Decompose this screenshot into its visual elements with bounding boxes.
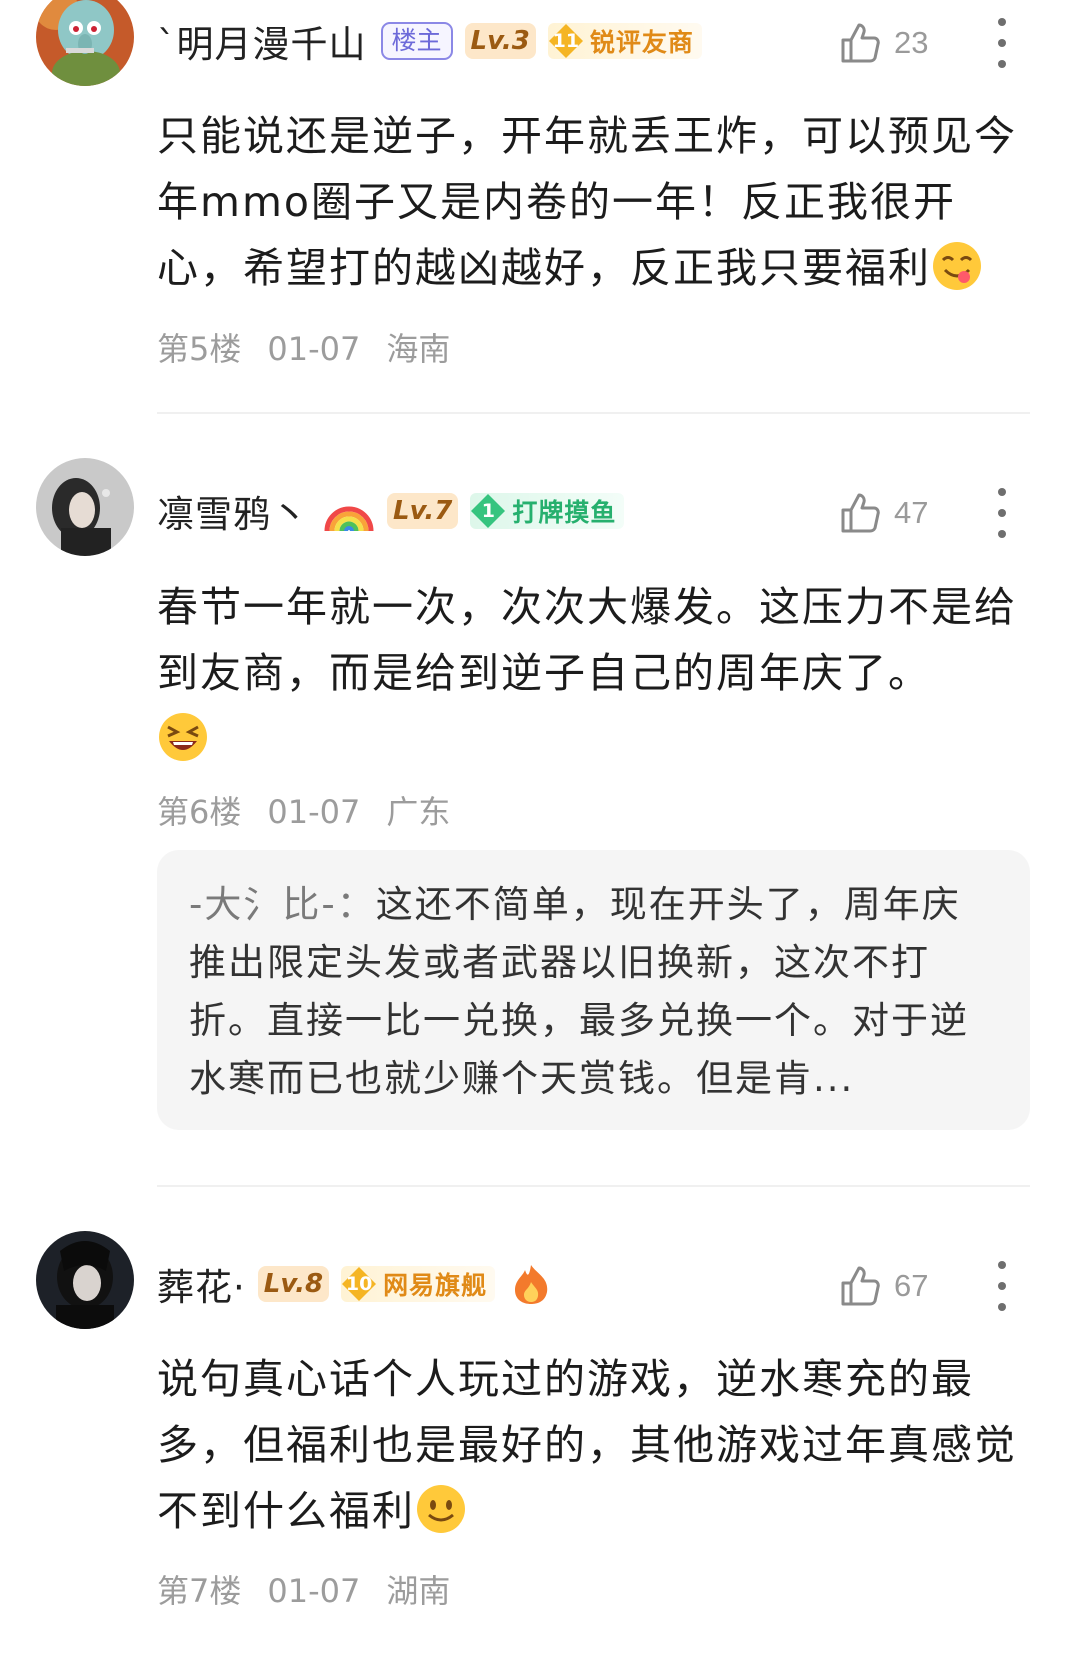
comment-meta: 第5楼 01-07 海南 bbox=[157, 324, 476, 370]
more-icon[interactable] bbox=[996, 1261, 1008, 1311]
ip-location: 湖南 bbox=[386, 1572, 451, 1610]
more-icon[interactable] bbox=[996, 488, 1008, 538]
level-badge: Lv.3 bbox=[464, 23, 536, 59]
divider bbox=[157, 412, 1030, 414]
avatar[interactable] bbox=[36, 0, 134, 86]
like-button[interactable]: 67 bbox=[840, 1261, 928, 1311]
medal-level: 10 bbox=[345, 1273, 373, 1295]
fire-icon bbox=[515, 1265, 548, 1304]
post-date: 01-07 bbox=[267, 330, 361, 368]
medal-text: 锐评友商 bbox=[589, 28, 694, 57]
floor-number: 第7楼 bbox=[157, 1572, 242, 1610]
comment-text: 只能说还是逆子，开年就丢王炸，可以预见今年mmo圈子又是内卷的一年！反正我很开心… bbox=[157, 103, 1037, 301]
reply-text: -大氵比-：这还不简单，现在开头了，周年庆推出限定头发或者武器以旧换新，这次不打… bbox=[189, 876, 997, 1108]
comment-text-content: 说句真心话个人玩过的游戏，逆水寒充的最多，但福利也是最好的，其他游戏过年真感觉不… bbox=[157, 1355, 1017, 1535]
like-icon bbox=[841, 23, 880, 63]
avatar[interactable] bbox=[36, 1231, 134, 1329]
medal-gem-icon: 11 bbox=[548, 23, 584, 59]
comment-meta: 第7楼 01-07 湖南 bbox=[157, 1566, 476, 1612]
comment-text: 说句真心话个人玩过的游戏，逆水寒充的最多，但福利也是最好的，其他游戏过年真感觉不… bbox=[157, 1346, 1037, 1544]
fan-medal[interactable]: 1 打牌摸鱼 bbox=[470, 493, 625, 529]
like-count: 23 bbox=[894, 25, 929, 60]
like-icon bbox=[841, 493, 880, 533]
more-icon[interactable] bbox=[996, 18, 1008, 68]
comment-header: `明月漫千山 楼主 Lv.3 11 锐评友商 bbox=[157, 16, 702, 66]
comment-text: 春节一年就一次，次次大爆发。这压力不是给到友商，而是给到逆子自己的周年庆了。 bbox=[157, 574, 1037, 772]
ip-location: 海南 bbox=[386, 330, 451, 368]
like-button[interactable]: 47 bbox=[840, 488, 928, 538]
medal-gem-icon: 10 bbox=[341, 1266, 377, 1302]
like-count: 47 bbox=[894, 495, 929, 530]
floor-number: 第6楼 bbox=[157, 793, 242, 831]
comment-text-content: 只能说还是逆子，开年就丢王炸，可以预见今年mmo圈子又是内卷的一年！反正我很开心… bbox=[157, 112, 1017, 292]
medal-level: 1 bbox=[481, 500, 495, 522]
username[interactable]: 凛雪鸦丶 bbox=[157, 484, 309, 538]
medal-text: 打牌摸鱼 bbox=[512, 498, 617, 527]
reply-author[interactable]: -大氵比-： bbox=[189, 883, 376, 926]
medal-gem-icon: 1 bbox=[470, 493, 506, 529]
medal-level: 11 bbox=[552, 30, 580, 52]
like-icon bbox=[841, 1266, 880, 1306]
post-date: 01-07 bbox=[267, 793, 361, 831]
floor-number: 第5楼 bbox=[157, 330, 242, 368]
medal-text: 网易旗舰 bbox=[383, 1271, 488, 1300]
comment-header: 凛雪鸦丶 Lv.7 1 打牌摸鱼 bbox=[157, 484, 625, 538]
post-date: 01-07 bbox=[267, 1572, 361, 1610]
owner-badge: 楼主 bbox=[380, 22, 453, 60]
username[interactable]: 葬花· bbox=[157, 1257, 246, 1311]
like-count: 67 bbox=[894, 1268, 929, 1303]
avatar[interactable] bbox=[36, 458, 134, 556]
comment-header: 葬花· Lv.8 10 网易旗舰 bbox=[157, 1259, 553, 1309]
comment-meta: 第6楼 01-07 广东 bbox=[157, 787, 476, 833]
like-button[interactable]: 23 bbox=[840, 18, 928, 68]
divider bbox=[157, 1185, 1030, 1187]
username[interactable]: `明月漫千山 bbox=[157, 14, 367, 68]
fan-medal[interactable]: 10 网易旗舰 bbox=[341, 1266, 496, 1302]
yum-emoji bbox=[933, 242, 981, 290]
reply-preview[interactable]: -大氵比-：这还不简单，现在开头了，周年庆推出限定头发或者武器以旧换新，这次不打… bbox=[157, 850, 1030, 1130]
level-badge: Lv.7 bbox=[387, 493, 459, 529]
level-badge: Lv.8 bbox=[257, 1266, 330, 1302]
rainbow-icon bbox=[324, 506, 374, 532]
laugh-emoji bbox=[159, 713, 207, 761]
smile-emoji bbox=[417, 1485, 465, 1533]
comment-text-content: 春节一年就一次，次次大爆发。这压力不是给到友商，而是给到逆子自己的周年庆了。 bbox=[157, 583, 1017, 697]
ip-location: 广东 bbox=[386, 793, 451, 831]
fan-medal[interactable]: 11 锐评友商 bbox=[547, 23, 702, 59]
